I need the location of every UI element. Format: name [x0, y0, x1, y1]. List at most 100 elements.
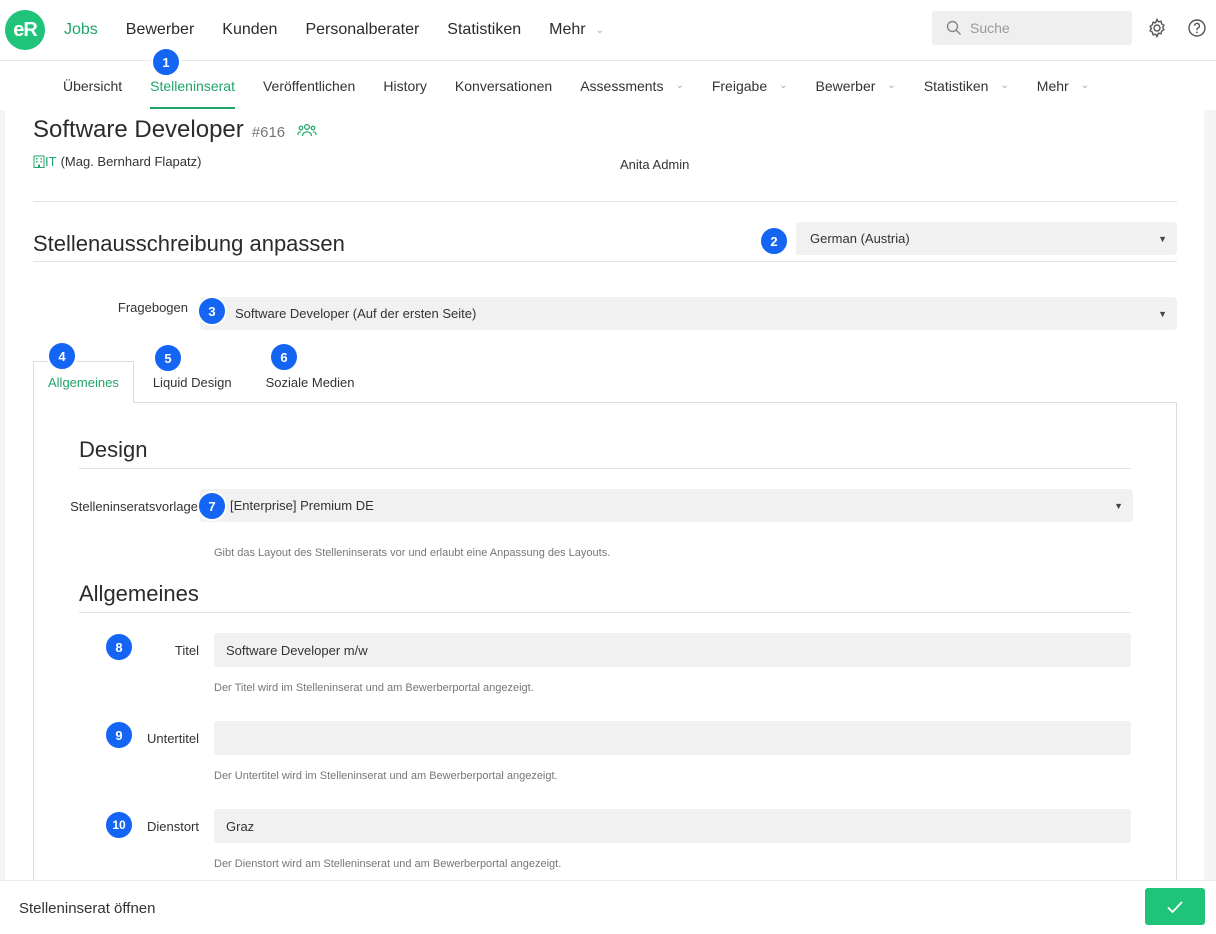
main-nav-label: Personalberater [305, 21, 420, 38]
sub-nav-label: Veröffentlichen [262, 77, 356, 94]
sub-nav-label: Assessments [580, 77, 664, 94]
chevron-down-icon: ⌄ [1080, 80, 1090, 91]
design-section-title: Design [79, 437, 148, 462]
tab-statistiken[interactable]: Statistiken ⌄ [924, 61, 1009, 110]
main-nav-mehr[interactable]: Mehr ⌄ [549, 21, 604, 39]
tab-label: Allgemeines [48, 374, 119, 390]
tab-uebersicht[interactable]: Übersicht [63, 61, 122, 110]
language-select-value: German (Austria) [810, 231, 910, 246]
divider [33, 261, 1177, 262]
search-box[interactable] [932, 11, 1132, 45]
section-title: Stellenausschreibung anpassen [33, 231, 345, 256]
template-label: Stelleninseratsvorlage [70, 499, 198, 514]
template-select[interactable]: [Enterprise] Premium DE ▼ [200, 489, 1133, 522]
open-posting-link[interactable]: Stelleninserat öffnen [19, 900, 156, 917]
sub-nav-label: Statistiken [923, 77, 989, 94]
sub-nav-label: Freigabe [711, 77, 768, 94]
check-icon [1167, 900, 1183, 913]
tab-label: Soziale Medien [265, 374, 355, 390]
help-icon[interactable] [1187, 18, 1207, 38]
step-badge-2: 2 [759, 226, 789, 256]
sub-nav: Übersicht Stelleninserat Veröffentlichen… [63, 61, 1117, 110]
department-contact: (Mag. Bernhard Flapatz) [60, 154, 202, 169]
tab-konversationen[interactable]: Konversationen [455, 61, 552, 110]
main-nav-label: Statistiken [447, 21, 522, 38]
step-badge-5: 5 [153, 343, 183, 373]
questionnaire-select-value: Software Developer (Auf der ersten Seite… [235, 306, 477, 321]
job-number: #616 [251, 124, 286, 141]
tab-liquid-design[interactable]: Liquid Design [134, 361, 248, 403]
department-link[interactable]: IT [45, 154, 57, 169]
tab-veroeffentlichen[interactable]: Veröffentlichen [263, 61, 355, 110]
step-badge-6: 6 [269, 342, 299, 372]
step-badge-9: 9 [104, 720, 134, 750]
tab-allgemeines[interactable]: Allgemeines [33, 361, 134, 403]
main-nav-jobs[interactable]: Jobs [64, 21, 98, 39]
tab-soziale-medien[interactable]: Soziale Medien [248, 361, 371, 403]
divider [79, 612, 1131, 613]
sub-nav-label: Konversationen [454, 77, 553, 94]
search-input[interactable] [970, 20, 1120, 36]
job-owner: Anita Admin [620, 157, 690, 172]
chevron-down-icon: ⌄ [887, 80, 896, 91]
step-badge-1: 1 [151, 47, 181, 77]
step-badge-7: 7 [197, 491, 227, 521]
tab-mehr[interactable]: Mehr ⌄ [1037, 61, 1089, 110]
divider [33, 201, 1177, 202]
template-help: Gibt das Layout des Stelleninserats vor … [214, 547, 611, 559]
subtitle-input[interactable] [214, 721, 1131, 755]
chevron-down-icon: ⌄ [1000, 80, 1009, 91]
step-badge-8: 8 [104, 632, 134, 662]
main-nav-personalberater[interactable]: Personalberater [305, 21, 419, 39]
editor-tabs: Allgemeines Liquid Design Soziale Medien [33, 361, 371, 403]
main-nav-label: Bewerber [125, 21, 195, 38]
department-info: IT (Mag. Bernhard Flapatz) [33, 154, 201, 169]
chevron-down-icon: ⌄ [595, 24, 604, 36]
general-section-title: Allgemeines [79, 581, 199, 606]
sub-nav-label: History [383, 77, 427, 94]
sub-nav-label: Stelleninserat [150, 77, 235, 94]
step-badge-10: 10 [104, 810, 134, 840]
subtitle-label: Untertitel [146, 731, 199, 746]
step-badge-3: 3 [197, 296, 227, 326]
main-nav-label: Jobs [64, 21, 98, 38]
caret-down-icon: ▼ [1114, 500, 1123, 511]
questionnaire-label: Fragebogen [117, 300, 188, 315]
app-logo[interactable]: eR [5, 10, 45, 50]
location-label: Dienstort [146, 819, 199, 834]
main-nav-label: Kunden [222, 21, 278, 38]
gear-icon[interactable] [1147, 18, 1167, 38]
page-title: Software Developer #616 [33, 116, 317, 144]
search-icon [946, 20, 961, 35]
tab-bewerber[interactable]: Bewerber ⌄ [816, 61, 896, 110]
tab-history[interactable]: History [383, 61, 427, 110]
building-icon [33, 155, 45, 168]
main-nav-label: Mehr [549, 21, 586, 38]
language-select[interactable]: German (Austria) ▼ [796, 222, 1177, 255]
tab-assessments[interactable]: Assessments ⌄ [580, 61, 684, 110]
chevron-down-icon: ⌄ [675, 80, 684, 91]
template-select-value: [Enterprise] Premium DE [230, 498, 374, 513]
main-nav-statistiken[interactable]: Statistiken [447, 21, 521, 39]
save-button[interactable] [1145, 888, 1205, 925]
job-title: Software Developer [33, 116, 244, 143]
main-nav-bewerber[interactable]: Bewerber [126, 21, 194, 39]
main-nav: Jobs Bewerber Kunden Personalberater Sta… [64, 0, 632, 60]
location-input[interactable] [214, 809, 1131, 843]
questionnaire-select[interactable]: Software Developer (Auf der ersten Seite… [200, 297, 1177, 330]
job-sub-navigation: Übersicht Stelleninserat Veröffentlichen… [0, 61, 1216, 110]
title-label: Titel [174, 643, 199, 658]
sub-nav-label: Übersicht [63, 77, 123, 94]
tab-freigabe[interactable]: Freigabe ⌄ [712, 61, 788, 110]
tab-label: Liquid Design [152, 374, 232, 390]
main-nav-kunden[interactable]: Kunden [222, 21, 277, 39]
title-help: Der Titel wird im Stelleninserat und am … [214, 682, 534, 694]
team-icon[interactable] [297, 123, 317, 137]
caret-down-icon: ▼ [1158, 308, 1167, 319]
divider [79, 468, 1131, 469]
footer-bar: Stelleninserat öffnen [0, 880, 1216, 934]
sub-nav-label: Bewerber [815, 77, 876, 94]
sub-nav-label: Mehr [1036, 77, 1069, 94]
title-input[interactable] [214, 633, 1131, 667]
subtitle-help: Der Untertitel wird im Stelleninserat un… [214, 770, 558, 782]
